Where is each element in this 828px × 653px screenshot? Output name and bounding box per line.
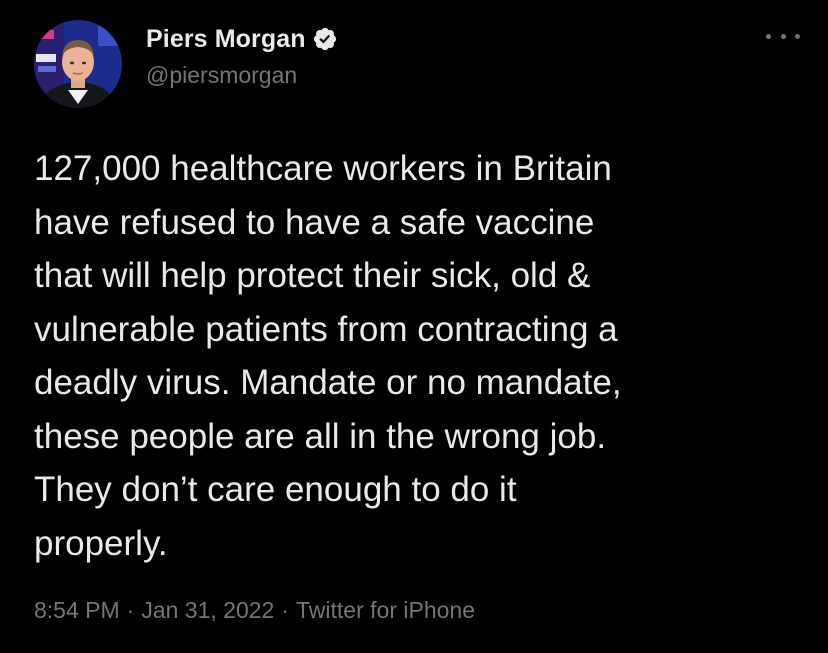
tweet: Piers Morgan @piersmorgan 127,000 health… (0, 0, 828, 653)
meta-separator: · (126, 597, 135, 623)
author-avatar[interactable] (34, 20, 122, 108)
tweet-meta: 8:54 PM · Jan 31, 2022 · Twitter for iPhone (34, 597, 475, 624)
tweet-date[interactable]: Jan 31, 2022 (141, 597, 274, 623)
tweet-text-line: have refused to have a safe vaccine (34, 202, 595, 242)
tweet-time[interactable]: 8:54 PM (34, 597, 120, 623)
tweet-source[interactable]: Twitter for iPhone (296, 597, 475, 623)
tweet-text-line: deadly virus. Mandate or no mandate, (34, 363, 622, 402)
more-dot (780, 33, 786, 39)
tweet-text-line: these people are all in the wrong job. (34, 416, 607, 456)
meta-separator: · (281, 597, 290, 623)
tweet-text: 127,000 healthcare workers in Britain ha… (34, 142, 814, 570)
author-handle[interactable]: @piersmorgan (146, 62, 297, 89)
tweet-text-line: 127,000 healthcare workers in Britain (34, 149, 612, 188)
tweet-text-line: They don’t care enough to do it (34, 470, 517, 509)
tweet-text-line: that will help protect their sick, old & (34, 256, 591, 295)
verified-badge-icon (312, 26, 338, 52)
tweet-text-line: vulnerable patients from contracting a (34, 309, 618, 349)
author-display-name[interactable]: Piers Morgan (146, 25, 306, 54)
author-name-row: Piers Morgan (146, 22, 338, 56)
avatar-image (34, 20, 122, 108)
more-dot (795, 33, 800, 39)
more-options-icon[interactable] (766, 26, 800, 46)
tweet-text-line: properly. (34, 523, 168, 563)
more-dot (766, 33, 771, 39)
